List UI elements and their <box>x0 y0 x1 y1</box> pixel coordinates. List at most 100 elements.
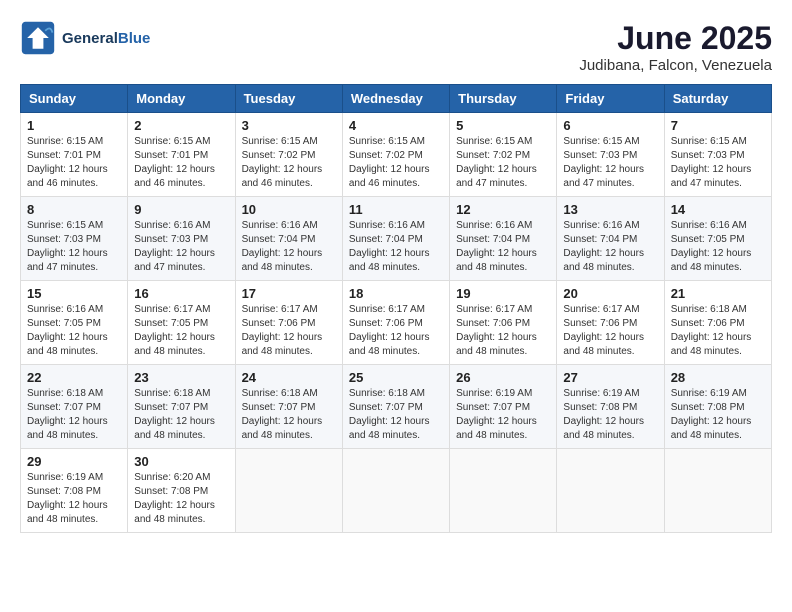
day-number: 23 <box>134 370 228 385</box>
calendar-day-cell: 28 Sunrise: 6:19 AM Sunset: 7:08 PM Dayli… <box>664 365 771 449</box>
calendar-day-cell: 4 Sunrise: 6:15 AM Sunset: 7:02 PM Daylig… <box>342 113 449 197</box>
day-info: Sunrise: 6:16 AM Sunset: 7:04 PM Dayligh… <box>349 219 443 275</box>
day-info: Sunrise: 6:16 AM Sunset: 7:04 PM Dayligh… <box>242 219 336 275</box>
day-number: 4 <box>349 118 443 133</box>
day-info: Sunrise: 6:15 AM Sunset: 7:01 PM Dayligh… <box>27 135 121 191</box>
calendar-day-cell: 17Sunrise: 6:17 AM Sunset: 7:06 PM Dayli… <box>235 281 342 365</box>
calendar-day-cell: 19Sunrise: 6:17 AM Sunset: 7:06 PM Dayli… <box>450 281 557 365</box>
day-info: Sunrise: 6:16 AM Sunset: 7:04 PM Dayligh… <box>456 219 550 275</box>
day-info: Sunrise: 6:15 AM Sunset: 7:01 PM Dayligh… <box>134 135 228 191</box>
weekday-header-sunday: Sunday <box>21 85 128 113</box>
weekday-header-monday: Monday <box>128 85 235 113</box>
day-number: 25 <box>349 370 443 385</box>
day-info: Sunrise: 6:19 AM Sunset: 7:08 PM Dayligh… <box>671 387 765 443</box>
calendar-day-cell: 10 Sunrise: 6:16 AM Sunset: 7:04 PM Dayli… <box>235 197 342 281</box>
calendar-day-cell: 25 Sunrise: 6:18 AM Sunset: 7:07 PM Dayli… <box>342 365 449 449</box>
day-info: Sunrise: 6:17 AM Sunset: 7:06 PM Dayligh… <box>349 303 443 359</box>
day-number: 24 <box>242 370 336 385</box>
day-info: Sunrise: 6:15 AM Sunset: 7:02 PM Dayligh… <box>456 135 550 191</box>
calendar-day-cell <box>235 449 342 533</box>
day-info: Sunrise: 6:18 AM Sunset: 7:07 PM Dayligh… <box>242 387 336 443</box>
day-info: Sunrise: 6:17 AM Sunset: 7:05 PM Dayligh… <box>134 303 228 359</box>
calendar-day-cell: 18 Sunrise: 6:17 AM Sunset: 7:06 PM Dayli… <box>342 281 449 365</box>
weekday-header-row: SundayMondayTuesdayWednesdayThursdayFrid… <box>21 85 772 113</box>
day-info: Sunrise: 6:15 AM Sunset: 7:02 PM Dayligh… <box>349 135 443 191</box>
day-info: Sunrise: 6:17 AM Sunset: 7:06 PM Dayligh… <box>563 303 657 359</box>
day-number: 9 <box>134 202 228 217</box>
day-number: 5 <box>456 118 550 133</box>
day-info: Sunrise: 6:18 AM Sunset: 7:07 PM Dayligh… <box>134 387 228 443</box>
day-info: Sunrise: 6:16 AM Sunset: 7:05 PM Dayligh… <box>671 219 765 275</box>
calendar-day-cell: 9 Sunrise: 6:16 AM Sunset: 7:03 PM Daylig… <box>128 197 235 281</box>
calendar-day-cell: 30Sunrise: 6:20 AM Sunset: 7:08 PM Dayli… <box>128 449 235 533</box>
calendar-day-cell: 20 Sunrise: 6:17 AM Sunset: 7:06 PM Dayli… <box>557 281 664 365</box>
day-number: 20 <box>563 286 657 301</box>
calendar-table: SundayMondayTuesdayWednesdayThursdayFrid… <box>20 84 772 533</box>
day-number: 10 <box>242 202 336 217</box>
day-number: 11 <box>349 202 443 217</box>
calendar-day-cell: 24 Sunrise: 6:18 AM Sunset: 7:07 PM Dayli… <box>235 365 342 449</box>
calendar-day-cell: 2Sunrise: 6:15 AM Sunset: 7:01 PM Daylig… <box>128 113 235 197</box>
calendar-day-cell: 8 Sunrise: 6:15 AM Sunset: 7:03 PM Daylig… <box>21 197 128 281</box>
day-info: Sunrise: 6:18 AM Sunset: 7:07 PM Dayligh… <box>27 387 121 443</box>
day-info: Sunrise: 6:16 AM Sunset: 7:03 PM Dayligh… <box>134 219 228 275</box>
title-area: June 2025 Judibana, Falcon, Venezuela <box>579 20 772 74</box>
day-info: Sunrise: 6:16 AM Sunset: 7:04 PM Dayligh… <box>563 219 657 275</box>
day-info: Sunrise: 6:15 AM Sunset: 7:03 PM Dayligh… <box>27 219 121 275</box>
calendar-day-cell <box>664 449 771 533</box>
day-number: 26 <box>456 370 550 385</box>
logo-text: GeneralBlue <box>62 30 150 47</box>
day-number: 14 <box>671 202 765 217</box>
calendar-day-cell: 6 Sunrise: 6:15 AM Sunset: 7:03 PM Daylig… <box>557 113 664 197</box>
calendar-week-row: 29 Sunrise: 6:19 AM Sunset: 7:08 PM Dayli… <box>21 449 772 533</box>
day-number: 28 <box>671 370 765 385</box>
day-info: Sunrise: 6:15 AM Sunset: 7:03 PM Dayligh… <box>671 135 765 191</box>
day-number: 22 <box>27 370 121 385</box>
calendar-day-cell: 11 Sunrise: 6:16 AM Sunset: 7:04 PM Dayli… <box>342 197 449 281</box>
logo-icon <box>20 20 56 56</box>
weekday-header-thursday: Thursday <box>450 85 557 113</box>
day-number: 6 <box>563 118 657 133</box>
logo: GeneralBlue <box>20 20 150 56</box>
day-number: 16 <box>134 286 228 301</box>
day-number: 29 <box>27 454 121 469</box>
calendar-day-cell: 16 Sunrise: 6:17 AM Sunset: 7:05 PM Dayli… <box>128 281 235 365</box>
calendar-day-cell: 7Sunrise: 6:15 AM Sunset: 7:03 PM Daylig… <box>664 113 771 197</box>
weekday-header-saturday: Saturday <box>664 85 771 113</box>
page-header: GeneralBlue June 2025 Judibana, Falcon, … <box>20 20 772 74</box>
calendar-day-cell: 14 Sunrise: 6:16 AM Sunset: 7:05 PM Dayli… <box>664 197 771 281</box>
day-info: Sunrise: 6:16 AM Sunset: 7:05 PM Dayligh… <box>27 303 121 359</box>
calendar-day-cell <box>342 449 449 533</box>
calendar-week-row: 22 Sunrise: 6:18 AM Sunset: 7:07 PM Dayli… <box>21 365 772 449</box>
day-number: 15 <box>27 286 121 301</box>
calendar-week-row: 15 Sunrise: 6:16 AM Sunset: 7:05 PM Dayli… <box>21 281 772 365</box>
weekday-header-wednesday: Wednesday <box>342 85 449 113</box>
day-info: Sunrise: 6:20 AM Sunset: 7:08 PM Dayligh… <box>134 471 228 527</box>
month-title: June 2025 <box>579 20 772 57</box>
weekday-header-tuesday: Tuesday <box>235 85 342 113</box>
day-info: Sunrise: 6:18 AM Sunset: 7:07 PM Dayligh… <box>349 387 443 443</box>
calendar-day-cell: 29 Sunrise: 6:19 AM Sunset: 7:08 PM Dayli… <box>21 449 128 533</box>
day-number: 1 <box>27 118 121 133</box>
weekday-header-friday: Friday <box>557 85 664 113</box>
day-number: 18 <box>349 286 443 301</box>
location-title: Judibana, Falcon, Venezuela <box>579 57 772 74</box>
day-number: 3 <box>242 118 336 133</box>
calendar-week-row: 8 Sunrise: 6:15 AM Sunset: 7:03 PM Daylig… <box>21 197 772 281</box>
day-info: Sunrise: 6:19 AM Sunset: 7:08 PM Dayligh… <box>27 471 121 527</box>
day-info: Sunrise: 6:19 AM Sunset: 7:07 PM Dayligh… <box>456 387 550 443</box>
calendar-day-cell: 12Sunrise: 6:16 AM Sunset: 7:04 PM Dayli… <box>450 197 557 281</box>
day-number: 19 <box>456 286 550 301</box>
calendar-day-cell: 21Sunrise: 6:18 AM Sunset: 7:06 PM Dayli… <box>664 281 771 365</box>
calendar-day-cell: 1 Sunrise: 6:15 AM Sunset: 7:01 PM Daylig… <box>21 113 128 197</box>
day-number: 27 <box>563 370 657 385</box>
day-number: 21 <box>671 286 765 301</box>
calendar-day-cell <box>557 449 664 533</box>
day-number: 8 <box>27 202 121 217</box>
day-info: Sunrise: 6:17 AM Sunset: 7:06 PM Dayligh… <box>242 303 336 359</box>
day-info: Sunrise: 6:15 AM Sunset: 7:03 PM Dayligh… <box>563 135 657 191</box>
calendar-day-cell: 23 Sunrise: 6:18 AM Sunset: 7:07 PM Dayli… <box>128 365 235 449</box>
day-info: Sunrise: 6:15 AM Sunset: 7:02 PM Dayligh… <box>242 135 336 191</box>
day-number: 13 <box>563 202 657 217</box>
day-info: Sunrise: 6:19 AM Sunset: 7:08 PM Dayligh… <box>563 387 657 443</box>
